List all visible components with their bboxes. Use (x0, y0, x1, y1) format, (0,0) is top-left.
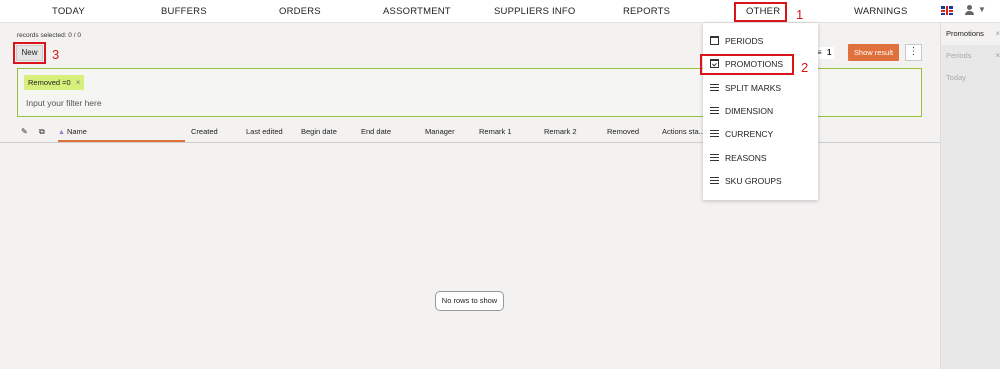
list-icon (710, 153, 719, 162)
annotation-box-2 (700, 54, 794, 75)
filter-chip[interactable]: Removed =0 × (24, 75, 85, 90)
sort-ascending-icon: ▲ (58, 129, 65, 136)
column-header-begin-date[interactable]: Begin date (301, 127, 337, 136)
edit-icon[interactable]: ✎ (21, 127, 28, 136)
nav-buffers[interactable]: BUFFERS (161, 6, 207, 17)
menu-item-label: DIMENSION (725, 106, 774, 116)
close-icon[interactable]: × (995, 45, 1000, 67)
menu-item-split-marks[interactable]: SPLIT MARKS (703, 77, 818, 99)
other-dropdown-menu: PERIODS PROMOTIONS SPLIT MARKS DIMENSION… (703, 23, 818, 200)
chevron-down-icon[interactable]: ▼ (978, 5, 986, 14)
menu-item-label: CURRENCY (725, 129, 774, 139)
side-panel: Promotions × Periods × Today (940, 23, 1000, 369)
column-header-end-date[interactable]: End date (361, 127, 391, 136)
list-icon (710, 129, 719, 138)
menu-item-sku-groups[interactable]: SKU GROUPS (703, 170, 818, 192)
show-result-button[interactable]: Show result (848, 44, 899, 61)
nav-today[interactable]: TODAY (52, 6, 85, 17)
side-tab-promotions[interactable]: Promotions × (941, 23, 1000, 45)
menu-item-periods[interactable]: PERIODS (703, 30, 818, 52)
annotation-number-2: 2 (801, 60, 809, 75)
nav-suppliers-info[interactable]: SUPPLIERS INFO (494, 6, 575, 17)
list-icon (710, 176, 719, 185)
top-nav: TODAY BUFFERS ORDERS ASSORTMENT SUPPLIER… (0, 0, 1000, 23)
user-icon[interactable] (964, 5, 976, 17)
list-icon (710, 106, 719, 115)
column-header-removed[interactable]: Removed (607, 127, 639, 136)
column-header-manager[interactable]: Manager (425, 127, 455, 136)
list-icon (710, 83, 719, 92)
menu-item-label: SKU GROUPS (725, 176, 782, 186)
menu-item-label: PERIODS (725, 36, 764, 46)
nav-orders[interactable]: ORDERS (279, 6, 321, 17)
column-header-last-edited[interactable]: Last edited (246, 127, 283, 136)
close-icon[interactable]: × (995, 23, 1000, 45)
filter-chip-label: Removed =0 (28, 78, 71, 87)
column-header-name[interactable]: ▲ Name (58, 127, 87, 136)
no-rows-overlay: No rows to show (435, 291, 504, 311)
menu-item-reasons[interactable]: REASONS (703, 147, 818, 169)
close-icon[interactable]: × (76, 78, 81, 87)
more-options-icon[interactable]: ⋮ (905, 44, 922, 61)
filter-count: 1 (827, 48, 832, 57)
side-tab-today[interactable]: Today (941, 67, 1000, 89)
annotation-box-3 (13, 42, 46, 64)
menu-item-currency[interactable]: CURRENCY (703, 123, 818, 145)
nav-warnings[interactable]: WARNINGS (854, 6, 908, 17)
records-selected: records selected: 0 / 0 (17, 32, 81, 39)
side-tab-periods[interactable]: Periods × (941, 45, 1000, 67)
annotation-number-3: 3 (52, 47, 60, 62)
annotation-number-1: 1 (796, 7, 804, 22)
column-label: Name (66, 127, 87, 136)
side-tab-label: Today (946, 73, 967, 82)
uk-flag-icon[interactable] (941, 6, 953, 15)
menu-item-label: REASONS (725, 153, 767, 163)
menu-item-dimension[interactable]: DIMENSION (703, 100, 818, 122)
side-tab-label: Periods (946, 51, 972, 60)
annotation-box-1 (734, 2, 787, 22)
nav-reports[interactable]: REPORTS (623, 6, 670, 17)
menu-item-label: SPLIT MARKS (725, 83, 782, 93)
column-header-actions-status[interactable]: Actions sta... (662, 127, 705, 136)
filter-input[interactable] (26, 98, 426, 108)
copy-icon[interactable]: ⧉ (39, 127, 45, 137)
calendar-icon (710, 36, 719, 45)
column-header-remark-2[interactable]: Remark 2 (544, 127, 577, 136)
side-tab-label: Promotions (946, 29, 984, 38)
column-header-remark-1[interactable]: Remark 1 (479, 127, 512, 136)
column-header-created[interactable]: Created (191, 127, 218, 136)
nav-assortment[interactable]: ASSORTMENT (383, 6, 451, 17)
